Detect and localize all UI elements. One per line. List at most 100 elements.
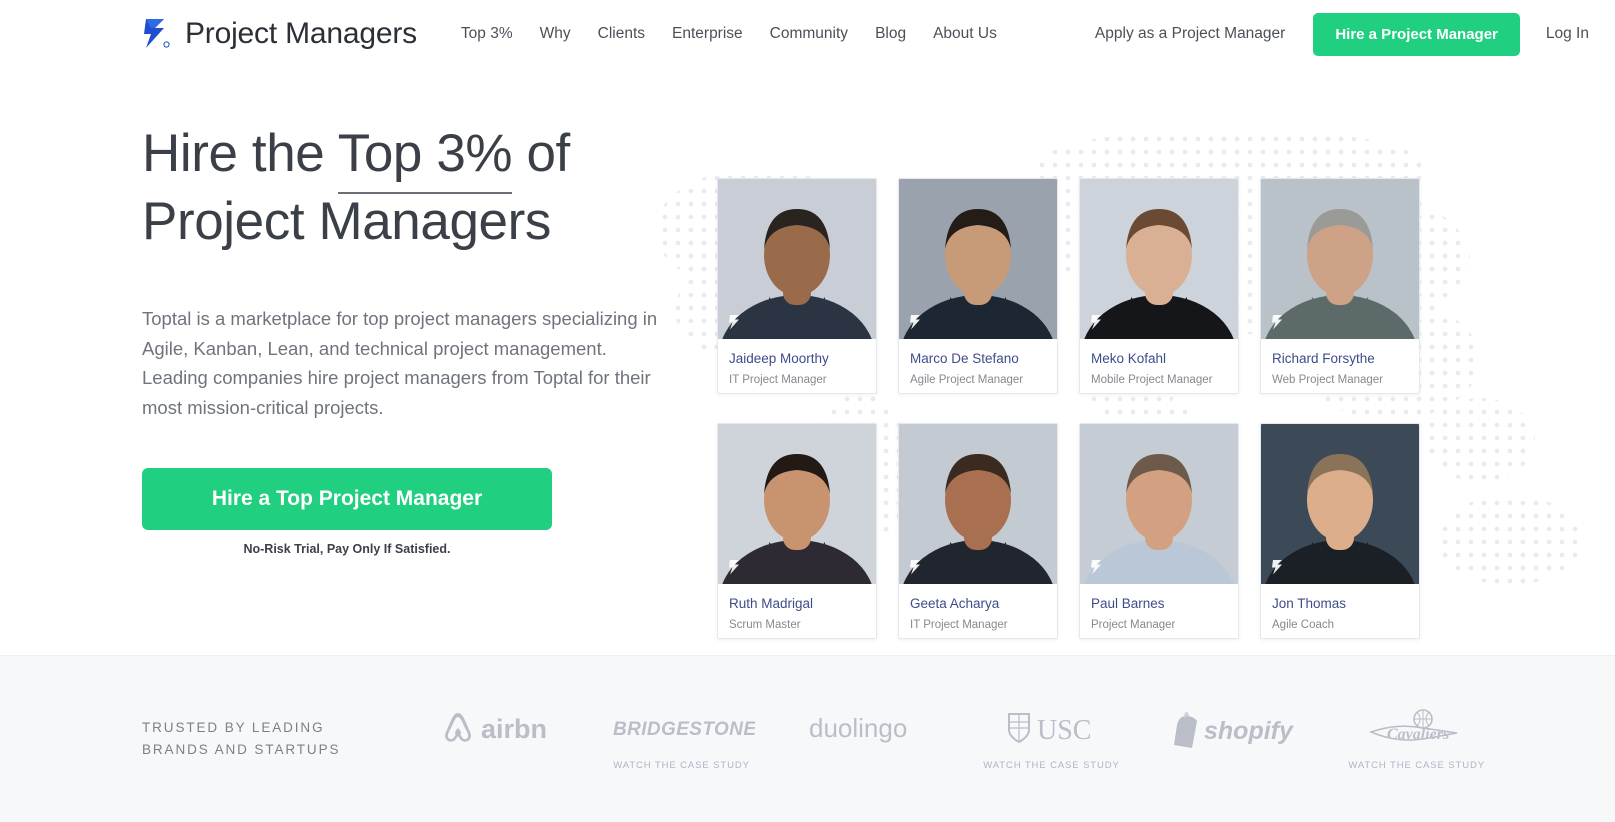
toptal-watermark-icon [1271,559,1286,576]
no-risk-trial-note: No-Risk Trial, Pay Only If Satisfied. [243,542,451,556]
toptal-watermark-icon [728,559,743,576]
brand-logo-link[interactable]: Project Managers [142,17,417,51]
talent-card[interactable]: Meko Kofahl Mobile Project Manager [1079,178,1239,394]
talent-info: Jaideep Moorthy IT Project Manager [718,339,876,386]
talent-name: Meko Kofahl [1091,351,1167,366]
svg-text:airbnb: airbnb [481,714,547,744]
talent-card[interactable]: Marco De Stefano Agile Project Manager [898,178,1058,394]
talent-info: Meko Kofahl Mobile Project Manager [1080,339,1238,386]
headline-accent: Top 3% [337,124,513,194]
talent-card[interactable]: Jaideep Moorthy IT Project Manager [717,178,877,394]
nav-item-about-us[interactable]: About Us [933,25,997,43]
headline-post: of [512,124,570,183]
brand-logo-airbnb: airbnb Watch the case study [426,707,563,771]
hero-paragraph-1: Toptal is a marketplace for top project … [142,308,658,359]
primary-navigation: Top 3% Why Clients Enterprise Community … [461,25,997,43]
watch-case-study-link[interactable]: Watch the case study [983,760,1120,771]
talent-photo [1080,424,1238,584]
duolingo-logo-icon: duolingo [809,707,929,749]
nav-item-enterprise[interactable]: Enterprise [672,25,743,43]
talent-name: Jon Thomas [1272,596,1347,611]
apply-as-project-manager-link[interactable]: Apply as a Project Manager [1095,25,1285,43]
talent-card[interactable]: Ruth Madrigal Scrum Master [717,423,877,639]
talent-photo [899,179,1057,339]
svg-text:shopify: shopify [1204,717,1294,745]
watch-case-study-link[interactable]: Watch the case study [613,760,750,771]
brand-logo-shopify: shopify Watch the case study [1166,707,1303,771]
talent-info: Geeta Acharya IT Project Manager [899,584,1057,631]
toptal-watermark-icon [1090,314,1105,331]
site-header: Project Managers Top 3% Why Clients Ente… [0,0,1615,68]
trusted-by-label: Trusted by leading brands and startups [142,717,372,761]
trusted-by-section: Trusted by leading brands and startups a… [0,655,1615,822]
brand-name: Project Managers [185,17,417,50]
svg-text:duolingo: duolingo [809,713,907,743]
talent-role: Agile Coach [1272,618,1335,631]
talent-name: Paul Barnes [1091,596,1165,611]
talent-name: Ruth Madrigal [729,596,814,611]
talent-photo [1080,179,1238,339]
brand-logo-row: airbnb Watch the case study BRIDGESTONE … [372,707,1485,771]
talent-card-grid: Jaideep Moorthy IT Project Manager Marco… [717,178,1420,655]
talent-role: Scrum Master [729,618,801,631]
header-actions: Apply as a Project Manager Hire a Projec… [1095,12,1589,56]
hero-description: Toptal is a marketplace for top project … [142,304,682,422]
talent-role: IT Project Manager [729,373,827,386]
nav-item-community[interactable]: Community [770,25,848,43]
talent-photo [718,179,876,339]
bridgestone-logo-icon: BRIDGESTONE [609,707,755,749]
brand-logo-duolingo: duolingo Watch the case study [801,707,938,771]
toptal-watermark-icon [909,559,924,576]
hero-paragraph-2: Leading companies hire project managers … [142,367,651,418]
hire-a-top-project-manager-button[interactable]: Hire a Top Project Manager [142,468,552,530]
talent-card[interactable]: Richard Forsythe Web Project Manager [1260,178,1420,394]
page-title: Hire the Top 3% of Project Managers [142,120,682,256]
toptal-watermark-icon [728,314,743,331]
svg-text:USC: USC [1037,715,1091,746]
talent-info: Richard Forsythe Web Project Manager [1261,339,1419,386]
hire-a-project-manager-button[interactable]: Hire a Project Manager [1313,12,1520,56]
nav-item-clients[interactable]: Clients [598,25,645,43]
talent-info: Paul Barnes Project Manager [1080,584,1238,631]
talent-card[interactable]: Jon Thomas Agile Coach [1260,423,1420,639]
talent-info: Jon Thomas Agile Coach [1261,584,1419,631]
watch-case-study-link[interactable]: Watch the case study [1348,760,1485,771]
talent-photo [1261,179,1419,339]
talent-photo [899,424,1057,584]
nav-item-blog[interactable]: Blog [875,25,906,43]
talent-name: Geeta Acharya [910,596,1000,611]
toptal-logo-icon [142,17,172,51]
usc-logo-icon: USC [995,707,1107,749]
talent-name: Richard Forsythe [1272,351,1375,366]
talent-role: Mobile Project Manager [1091,373,1213,386]
hero-copy: Hire the Top 3% of Project Managers Topt… [142,120,682,556]
talent-role: Web Project Manager [1272,373,1384,386]
headline-line-two: Project Managers [142,192,551,251]
shopify-logo-icon: shopify [1170,707,1298,749]
hero-section: Hire the Top 3% of Project Managers Topt… [0,68,1615,655]
brand-logo-usc[interactable]: USC Watch the case study [983,707,1120,771]
svg-text:Cavaliers: Cavaliers [1387,726,1449,743]
svg-text:BRIDGESTONE: BRIDGESTONE [613,719,755,740]
toptal-watermark-icon [909,314,924,331]
talent-photo [718,424,876,584]
talent-info: Marco De Stefano Agile Project Manager [899,339,1057,386]
talent-name: Jaideep Moorthy [729,351,829,366]
airbnb-logo-icon: airbnb [441,707,547,749]
cavaliers-logo-icon: Cavaliers [1361,707,1473,749]
nav-item-top3[interactable]: Top 3% [461,25,513,43]
trusted-label-line-2: brands and startups [142,742,341,757]
headline-pre: Hire the [142,124,338,183]
log-in-link[interactable]: Log In [1546,25,1589,43]
brand-logo-cavaliers[interactable]: Cavaliers Watch the case study [1348,707,1485,771]
talent-card[interactable]: Paul Barnes Project Manager [1079,423,1239,639]
talent-role: Project Manager [1091,618,1176,631]
nav-item-why[interactable]: Why [540,25,571,43]
talent-role: IT Project Manager [910,618,1008,631]
talent-info: Ruth Madrigal Scrum Master [718,584,876,631]
brand-logo-bridgestone[interactable]: BRIDGESTONE Watch the case study [609,707,755,771]
talent-card[interactable]: Geeta Acharya IT Project Manager [898,423,1058,639]
talent-name: Marco De Stefano [910,351,1019,366]
trusted-label-line-1: Trusted by leading [142,720,325,735]
talent-photo [1261,424,1419,584]
